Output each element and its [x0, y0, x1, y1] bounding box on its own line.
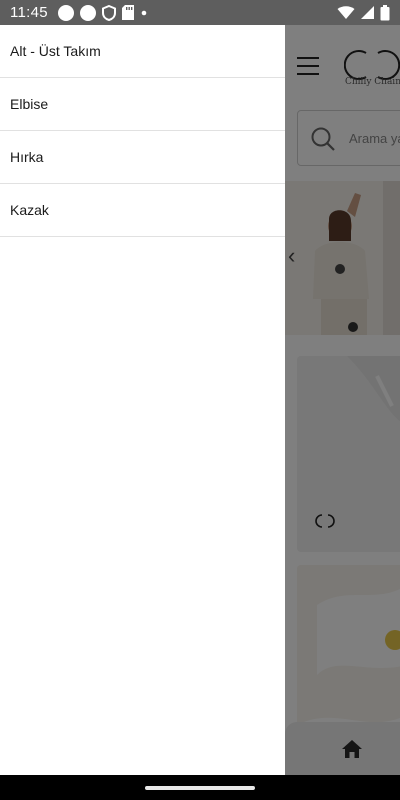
status-left-icons	[57, 4, 148, 21]
status-right-icons	[337, 4, 390, 21]
signal-icon	[361, 6, 374, 19]
system-nav-bar	[0, 775, 400, 800]
battery-icon	[380, 4, 390, 20]
drawer-item-elbise[interactable]: Elbise	[0, 78, 285, 131]
sd-card-icon	[121, 5, 134, 20]
drawer-item-label: Alt - Üst Takım	[10, 43, 101, 59]
dot-icon	[141, 10, 147, 15]
circle-icon	[57, 4, 74, 21]
drawer-item-label: Kazak	[10, 202, 49, 218]
drawer-item-label: Hırka	[10, 149, 44, 165]
drawer-item-hirka[interactable]: Hırka	[0, 131, 285, 184]
drawer-item-kazak[interactable]: Kazak	[0, 184, 285, 237]
drawer-item-alt-ust-takim[interactable]: Alt - Üst Takım	[0, 25, 285, 78]
status-bar: 11:45	[0, 0, 400, 25]
navigation-drawer: Alt - Üst Takım Elbise Hırka Kazak	[0, 25, 285, 775]
shield-icon	[101, 4, 116, 21]
circle-icon	[79, 4, 96, 21]
drawer-item-label: Elbise	[10, 96, 49, 112]
status-time: 11:45	[10, 4, 48, 21]
gesture-handle[interactable]	[145, 786, 255, 790]
wifi-icon	[337, 6, 355, 19]
